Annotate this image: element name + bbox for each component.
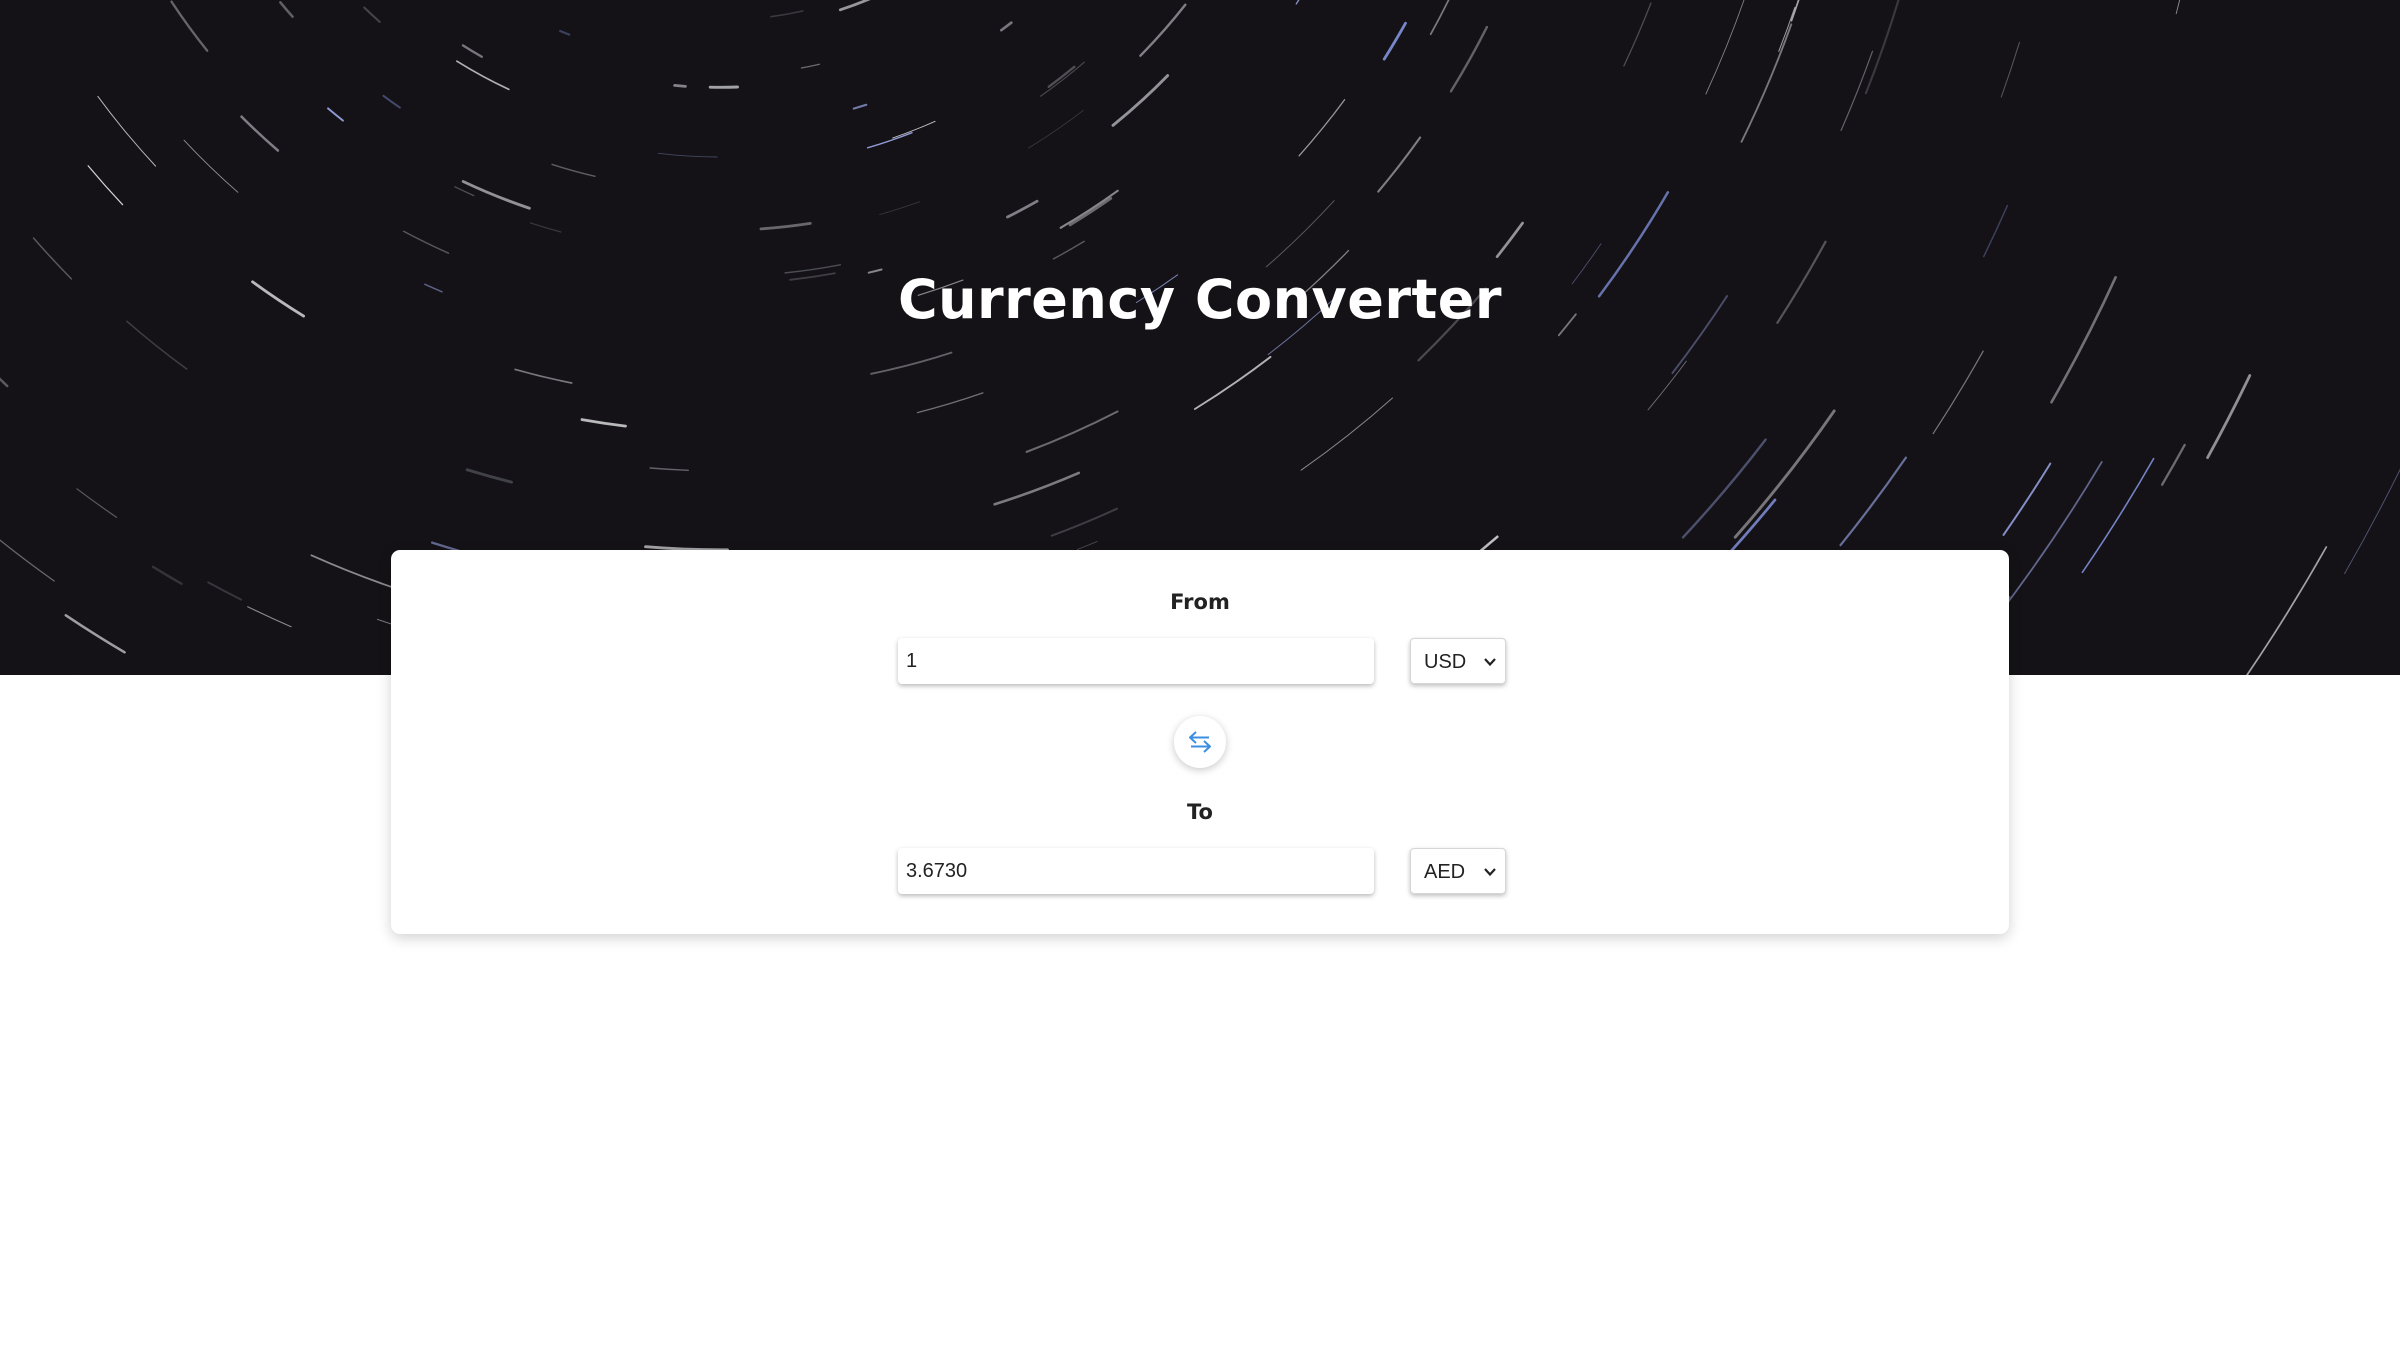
- star-trail: [1111, 74, 1170, 127]
- star-trail: [1982, 204, 2009, 258]
- star-trail: [1295, 0, 1300, 5]
- star-trail: [1705, 0, 1745, 95]
- star-trail: [1623, 2, 1652, 67]
- star-trail: [559, 29, 571, 36]
- star-trail: [2160, 443, 2186, 486]
- star-trail: [64, 614, 126, 654]
- star-trail: [1681, 438, 1767, 539]
- to-currency-value: AED: [1424, 861, 1466, 883]
- star-trail: [1052, 240, 1085, 260]
- star-trail: [1864, 0, 1900, 95]
- star-trail: [207, 581, 243, 601]
- star-trail: [1139, 3, 1187, 57]
- star-trail: [1647, 360, 1687, 411]
- star-trail: [1778, 6, 1796, 52]
- star-trail: [770, 10, 804, 18]
- star-trail: [916, 392, 984, 414]
- star-trail: [240, 115, 280, 152]
- star-trail: [1076, 541, 1098, 550]
- star-trail: [866, 132, 913, 149]
- star-trail: [1025, 410, 1119, 453]
- star-trail: [993, 471, 1081, 506]
- star-trail: [1068, 197, 1113, 227]
- star-trail: [673, 84, 687, 88]
- star-trail: [170, 0, 209, 52]
- star-trail: [1733, 409, 1836, 539]
- star-trail: [1298, 99, 1346, 157]
- star-trail: [1932, 350, 1984, 435]
- star-trail: [382, 94, 401, 109]
- star-trail: [1028, 109, 1084, 149]
- star-trail: [852, 103, 868, 110]
- star-trail: [465, 468, 513, 484]
- star-trail: [529, 222, 562, 233]
- star-trail: [0, 539, 55, 582]
- star-trail: [800, 63, 821, 69]
- star-trail: [1265, 200, 1335, 268]
- star-trail: [838, 0, 871, 12]
- star-trail: [1040, 61, 1085, 97]
- star-trail: [1790, 0, 1800, 22]
- star-trail: [2000, 41, 2020, 98]
- star-trail: [892, 120, 936, 139]
- star-trail: [1740, 23, 1793, 143]
- swap-button[interactable]: [1174, 716, 1226, 768]
- star-trail: [456, 60, 510, 91]
- star-trail: [2245, 546, 2328, 675]
- star-trail: [1994, 461, 2103, 620]
- star-trail: [1050, 507, 1118, 537]
- star-trail: [327, 107, 344, 122]
- star-trail: [759, 222, 812, 231]
- star-trail: [151, 565, 183, 585]
- star-trail: [2002, 462, 2052, 536]
- star-trail: [1429, 0, 1450, 36]
- chevron-down-icon: [1483, 864, 1497, 883]
- from-label: From: [1170, 590, 1230, 614]
- star-trail: [551, 163, 596, 177]
- star-trail: [514, 368, 573, 384]
- to-label: To: [1187, 800, 1213, 824]
- star-trail: [1059, 189, 1119, 229]
- star-trail: [1449, 25, 1489, 93]
- to-currency-select[interactable]: AED: [1410, 848, 1506, 894]
- star-trail: [1382, 21, 1407, 61]
- star-trail: [454, 186, 475, 197]
- star-trail: [1193, 355, 1272, 410]
- to-amount-input[interactable]: [898, 848, 1374, 894]
- star-trail: [2175, 0, 2181, 15]
- star-trail: [402, 230, 450, 254]
- chevron-down-icon: [1483, 654, 1497, 673]
- from-amount-input[interactable]: [898, 638, 1374, 684]
- star-trail: [879, 201, 921, 215]
- star-trail: [1047, 65, 1076, 88]
- page-title: Currency Converter: [897, 268, 1503, 331]
- star-trail: [183, 139, 239, 193]
- star-trail: [363, 6, 381, 23]
- star-trail: [657, 152, 718, 158]
- star-trail: [247, 606, 292, 628]
- star-trail: [1006, 199, 1039, 219]
- star-trail: [279, 1, 294, 18]
- star-trail: [1839, 456, 1907, 547]
- from-currency-select[interactable]: USD: [1410, 638, 1506, 684]
- star-trail: [461, 44, 483, 58]
- star-trail: [870, 351, 953, 375]
- star-trail: [999, 21, 1013, 32]
- from-currency-value: USD: [1424, 651, 1467, 673]
- star-trail: [1300, 397, 1393, 471]
- star-trail: [76, 488, 118, 518]
- converter-card: From USD To AED: [391, 550, 2009, 934]
- star-trail: [87, 165, 124, 206]
- star-trail: [2206, 374, 2252, 459]
- star-trail: [649, 467, 689, 471]
- star-trail: [580, 418, 627, 428]
- star-trail: [1377, 136, 1422, 193]
- star-trail: [97, 95, 157, 167]
- star-trail: [1495, 221, 1524, 259]
- star-trail: [2344, 468, 2400, 575]
